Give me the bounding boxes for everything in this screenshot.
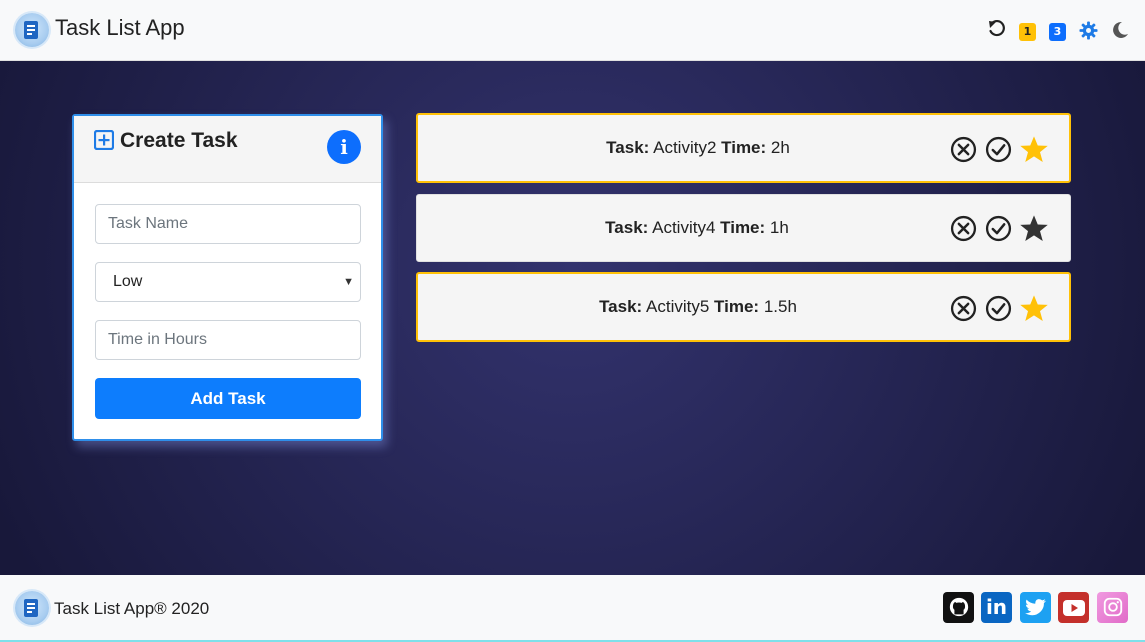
info-icon[interactable]: i bbox=[327, 130, 361, 164]
task-time: 1.5h bbox=[763, 297, 797, 316]
task-name-input[interactable] bbox=[108, 215, 348, 233]
task-name-field[interactable] bbox=[95, 204, 361, 244]
settings-icon[interactable] bbox=[1079, 21, 1098, 40]
task-text: Task: Activity2 Time: 2h bbox=[418, 115, 978, 181]
delete-task-icon[interactable] bbox=[950, 136, 977, 163]
create-task-header: Create Task i bbox=[74, 116, 381, 183]
footer-logo-icon bbox=[15, 591, 49, 625]
task-item: Task: Activity4 Time: 1h bbox=[416, 194, 1071, 262]
add-task-button[interactable]: Add Task bbox=[95, 378, 361, 419]
task-time: 2h bbox=[770, 138, 790, 157]
total-count-badge: 3 bbox=[1049, 23, 1066, 41]
app-title[interactable]: Task List App bbox=[55, 15, 185, 41]
dark-mode-icon[interactable] bbox=[1110, 20, 1130, 40]
app-logo-icon[interactable] bbox=[15, 13, 49, 47]
task-label: Task: bbox=[605, 218, 649, 237]
undo-icon[interactable] bbox=[987, 19, 1007, 39]
delete-task-icon[interactable] bbox=[950, 295, 977, 322]
chevron-down-icon: ▼ bbox=[343, 276, 354, 288]
main-area: Create Task i Low ▼ Add Task Task: Activ… bbox=[0, 61, 1145, 575]
task-item: Task: Activity2 Time: 2h bbox=[416, 113, 1071, 183]
pending-count-badge: 1 bbox=[1019, 23, 1036, 41]
priority-selected-value: Low bbox=[113, 273, 143, 290]
create-task-card: Create Task i Low ▼ Add Task bbox=[72, 114, 383, 441]
twitter-icon[interactable] bbox=[1020, 592, 1051, 623]
task-label: Task: bbox=[599, 297, 643, 316]
complete-task-icon[interactable] bbox=[985, 295, 1012, 322]
time-hours-input[interactable] bbox=[108, 331, 348, 349]
time-label: Time: bbox=[714, 297, 760, 316]
complete-task-icon[interactable] bbox=[985, 136, 1012, 163]
task-name: Activity2 bbox=[653, 138, 717, 157]
task-name: Activity4 bbox=[652, 218, 716, 237]
instagram-icon[interactable] bbox=[1097, 592, 1128, 623]
star-icon[interactable] bbox=[1019, 214, 1049, 243]
create-task-title: Create Task bbox=[120, 129, 238, 152]
github-icon[interactable] bbox=[943, 592, 974, 623]
copyright-text: Task List App® 2020 bbox=[54, 599, 210, 618]
task-text: Task: Activity4 Time: 1h bbox=[417, 195, 977, 261]
youtube-icon[interactable] bbox=[1058, 592, 1089, 623]
footer: Task List App® 2020 in bbox=[0, 575, 1145, 642]
time-label: Time: bbox=[720, 218, 766, 237]
star-icon[interactable] bbox=[1019, 135, 1049, 164]
delete-task-icon[interactable] bbox=[950, 215, 977, 242]
time-hours-field[interactable] bbox=[95, 320, 361, 360]
task-time: 1h bbox=[769, 218, 789, 237]
time-label: Time: bbox=[721, 138, 767, 157]
priority-select[interactable]: Low ▼ bbox=[95, 262, 361, 302]
task-name: Activity5 bbox=[646, 297, 710, 316]
task-text: Task: Activity5 Time: 1.5h bbox=[418, 274, 978, 340]
complete-task-icon[interactable] bbox=[985, 215, 1012, 242]
top-navbar: Task List App 1 3 bbox=[0, 0, 1145, 61]
plus-square-icon bbox=[94, 130, 114, 150]
task-item: Task: Activity5 Time: 1.5h bbox=[416, 272, 1071, 342]
linkedin-icon[interactable]: in bbox=[981, 592, 1012, 623]
star-icon[interactable] bbox=[1019, 294, 1049, 323]
task-label: Task: bbox=[606, 138, 650, 157]
